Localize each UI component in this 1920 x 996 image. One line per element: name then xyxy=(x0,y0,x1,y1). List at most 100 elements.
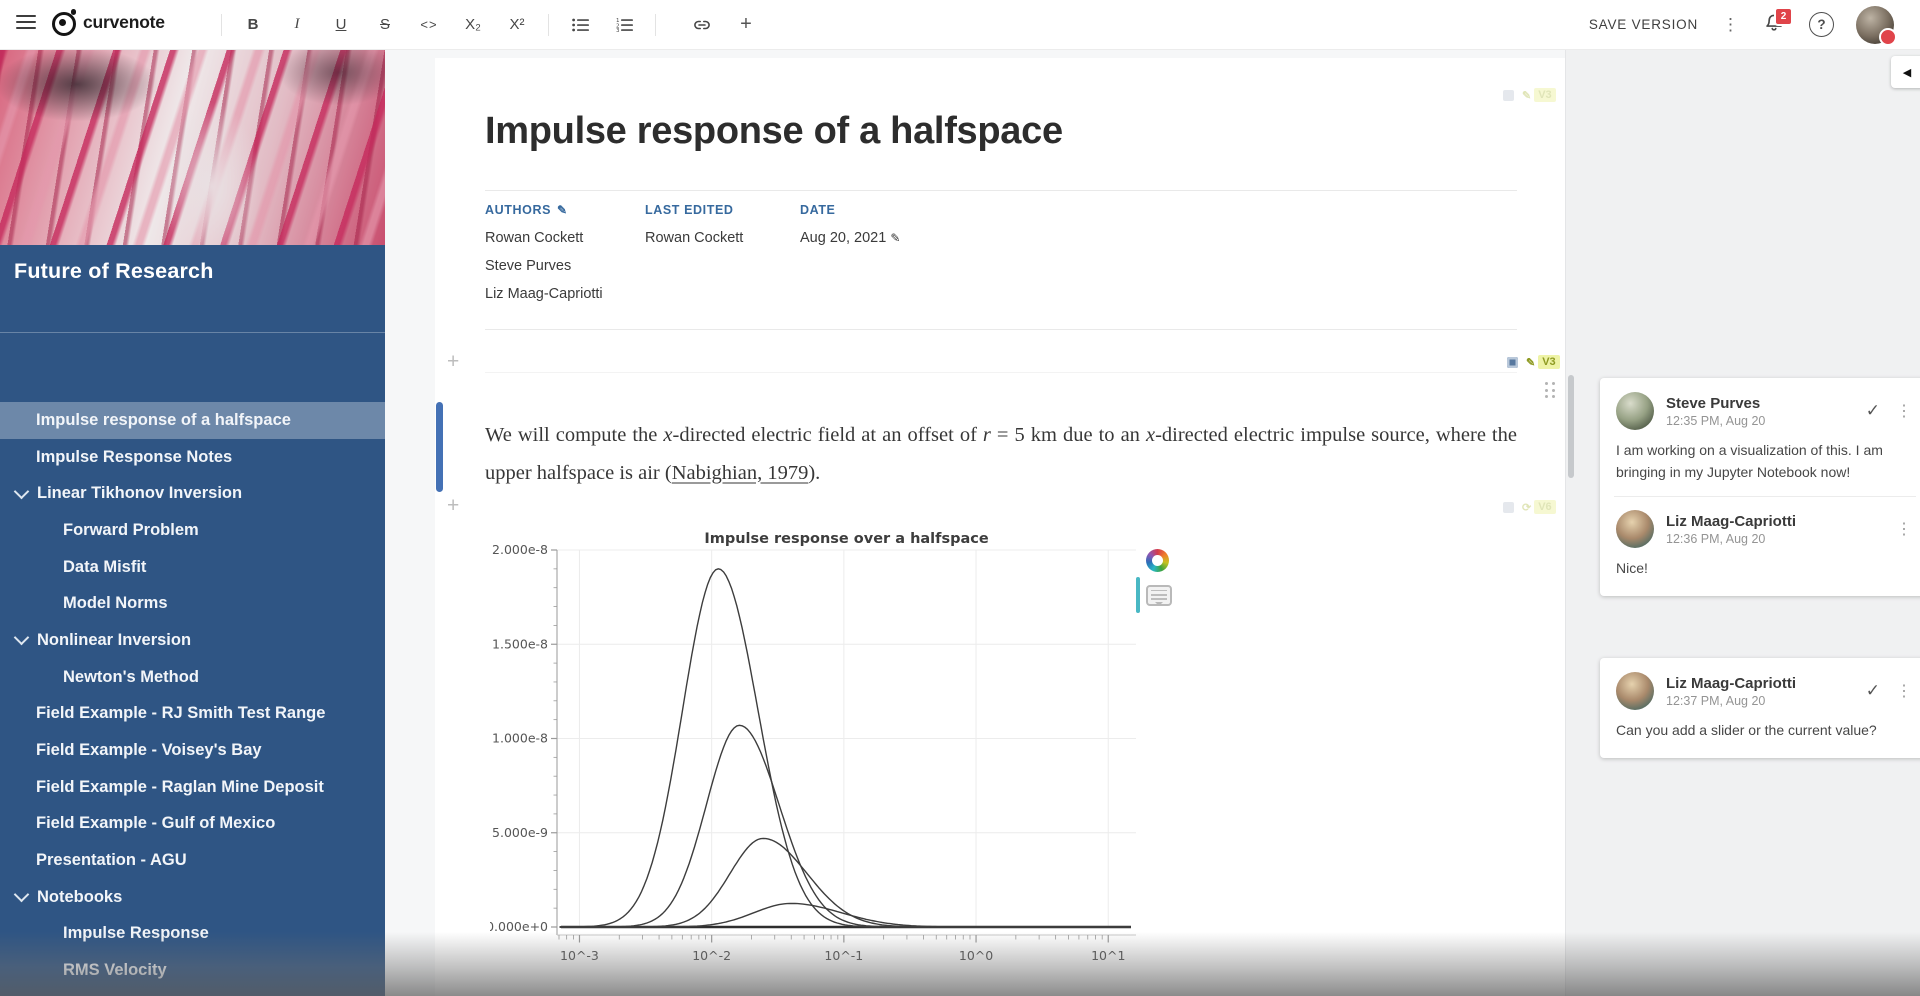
subscript-button[interactable]: X₂ xyxy=(458,10,488,40)
sidebar-item[interactable]: Field Example - RJ Smith Test Range xyxy=(0,696,385,733)
link-button[interactable] xyxy=(687,10,717,40)
impulse-response-chart: 0.000e+05.000e-91.000e-81.500e-82.000e-8… xyxy=(490,528,1140,980)
block-square-icon[interactable] xyxy=(1503,90,1514,101)
more-options-icon[interactable]: ⋮ xyxy=(1720,15,1741,35)
block-square-icon[interactable] xyxy=(1503,502,1514,513)
plotly-logo-icon[interactable] xyxy=(1146,549,1169,572)
bullet-list-button[interactable] xyxy=(565,10,595,40)
comment-anchor-highlight xyxy=(1136,577,1140,613)
sidebar-item[interactable]: Field Example - Voisey's Bay xyxy=(0,732,385,769)
save-version-button[interactable]: SAVE VERSION xyxy=(1589,17,1698,32)
block-square-icon[interactable] xyxy=(1507,357,1518,368)
ordered-list-button[interactable]: >123 xyxy=(609,10,639,40)
date-value: Aug 20, 2021 ✎ xyxy=(800,230,900,246)
curvenote-logo-icon xyxy=(50,9,76,35)
italic-button[interactable]: I xyxy=(282,10,312,40)
format-toolbar: BIUS <> X₂ X² >123 + xyxy=(212,0,768,49)
last-edited-label: LAST EDITED xyxy=(645,203,734,217)
sidebar-item[interactable]: Newton's Method xyxy=(0,659,385,696)
code-button[interactable]: <> xyxy=(414,10,444,40)
title-block-version[interactable]: ✎ V3 xyxy=(1522,88,1556,102)
comment-author-block: Liz Maag-Capriotti12:36 PM, Aug 20 xyxy=(1666,513,1882,546)
svg-text:2.000e-8: 2.000e-8 xyxy=(492,542,548,557)
curve-1 xyxy=(560,569,1131,927)
sidebar-item[interactable]: Data Misfit xyxy=(0,549,385,586)
date-label: DATE xyxy=(800,203,836,217)
sidebar-item[interactable]: Synthetic Example - Block Model xyxy=(0,989,385,996)
title-block-controls: ✎ V3 xyxy=(1503,88,1556,102)
sidebar-item-label: Notebooks xyxy=(37,888,122,907)
superscript-button[interactable]: X² xyxy=(502,10,532,40)
comment-menu-icon[interactable]: ⋮ xyxy=(1894,519,1914,539)
add-block-button[interactable]: + xyxy=(447,350,459,374)
divider xyxy=(485,372,1517,373)
svg-text:3: 3 xyxy=(616,28,620,32)
figure-block-controls: ⟳ V6 xyxy=(1503,500,1556,514)
comment-menu-icon[interactable]: ⋮ xyxy=(1894,681,1914,701)
add-block-button[interactable]: + xyxy=(447,494,459,518)
figure-block-version[interactable]: ⟳ V6 xyxy=(1522,500,1556,514)
sidebar-item[interactable]: Model Norms xyxy=(0,585,385,622)
panel-divider xyxy=(1565,49,1566,996)
underline-button[interactable]: U xyxy=(326,10,356,40)
sidebar-item[interactable]: Impulse Response Notes xyxy=(0,439,385,476)
chevron-down-icon[interactable] xyxy=(14,483,30,499)
paragraph-block-version[interactable]: ✎ V3 xyxy=(1526,355,1560,369)
paragraph-text[interactable]: We will compute the x-directed electric … xyxy=(485,416,1517,492)
chevron-down-icon[interactable] xyxy=(14,887,30,903)
sidebar-item-label: Impulse response of a halfspace xyxy=(36,411,291,430)
comment-menu-icon[interactable]: ⋮ xyxy=(1894,401,1914,421)
sidebar-item[interactable]: Notebooks xyxy=(0,879,385,916)
last-edited-value: Rowan Cockett xyxy=(645,230,743,246)
math-variable: x xyxy=(1146,424,1155,446)
comment-body: I am working on a visualization of this.… xyxy=(1616,440,1914,483)
svg-text:10^-2: 10^-2 xyxy=(692,948,731,963)
add-comment-icon[interactable] xyxy=(1146,585,1172,606)
author-name: Liz Maag-Capriotti xyxy=(485,286,603,302)
sidebar-item[interactable]: Linear Tikhonov Inversion xyxy=(0,475,385,512)
sidebar-item-label: Field Example - Voisey's Bay xyxy=(36,741,262,760)
citation-link[interactable]: Nabighian, 1979 xyxy=(672,462,809,484)
resolve-check-icon[interactable]: ✓ xyxy=(1864,401,1882,421)
user-avatar[interactable] xyxy=(1856,6,1894,44)
comment-card: Steve Purves12:35 PM, Aug 20✓⋮I am worki… xyxy=(1600,378,1920,596)
document-page: ✎ V3 Impulse response of a halfspace AUT… xyxy=(435,58,1565,996)
collapse-panel-button[interactable]: ◀ xyxy=(1891,56,1920,88)
scrollbar-thumb[interactable] xyxy=(1568,375,1574,478)
divider xyxy=(485,190,1517,191)
block-drag-handle[interactable] xyxy=(1545,382,1555,398)
comment-timestamp: 12:35 PM, Aug 20 xyxy=(1666,414,1852,428)
toolbar-separator xyxy=(655,14,656,36)
curvenote-logo[interactable]: curvenote xyxy=(50,9,165,35)
paragraph-block-controls: ✎ V3 xyxy=(1507,355,1560,369)
notifications-bell-icon[interactable]: 2 xyxy=(1763,12,1787,38)
sidebar-divider xyxy=(0,332,385,333)
notification-badge: 2 xyxy=(1774,7,1793,26)
sidebar-item[interactable]: Impulse response of a halfspace xyxy=(0,402,385,439)
sidebar-item[interactable]: Presentation - AGU xyxy=(0,842,385,879)
edit-date-icon[interactable]: ✎ xyxy=(890,231,900,245)
resolve-check-icon[interactable]: ✓ xyxy=(1864,681,1882,701)
authors-label: AUTHORS ✎ xyxy=(485,203,568,217)
comment-card: Liz Maag-Capriotti12:37 PM, Aug 20✓⋮Can … xyxy=(1600,658,1920,758)
sidebar-item[interactable]: RMS Velocity xyxy=(0,952,385,989)
divider xyxy=(485,329,1517,330)
bold-button[interactable]: B xyxy=(238,10,268,40)
document-title[interactable]: Impulse response of a halfspace xyxy=(485,110,1063,153)
sidebar-item[interactable]: Nonlinear Inversion xyxy=(0,622,385,659)
pencil-icon: ✎ xyxy=(1526,356,1535,369)
project-sidebar: Future of Research Impulse response of a… xyxy=(0,49,385,996)
chevron-down-icon[interactable] xyxy=(14,630,30,646)
curvenote-logo-text: curvenote xyxy=(83,12,165,33)
selected-block-indicator xyxy=(436,402,443,492)
add-button[interactable]: + xyxy=(731,10,761,40)
hamburger-menu-icon[interactable] xyxy=(16,15,36,31)
help-icon[interactable]: ? xyxy=(1809,12,1834,37)
rerun-icon: ⟳ xyxy=(1522,501,1531,514)
edit-authors-icon[interactable]: ✎ xyxy=(557,203,568,217)
strikethrough-button[interactable]: S xyxy=(370,10,400,40)
sidebar-item[interactable]: Field Example - Raglan Mine Deposit xyxy=(0,769,385,806)
sidebar-item[interactable]: Field Example - Gulf of Mexico xyxy=(0,806,385,843)
sidebar-item[interactable]: Impulse Response xyxy=(0,916,385,953)
sidebar-item[interactable]: Forward Problem xyxy=(0,512,385,549)
